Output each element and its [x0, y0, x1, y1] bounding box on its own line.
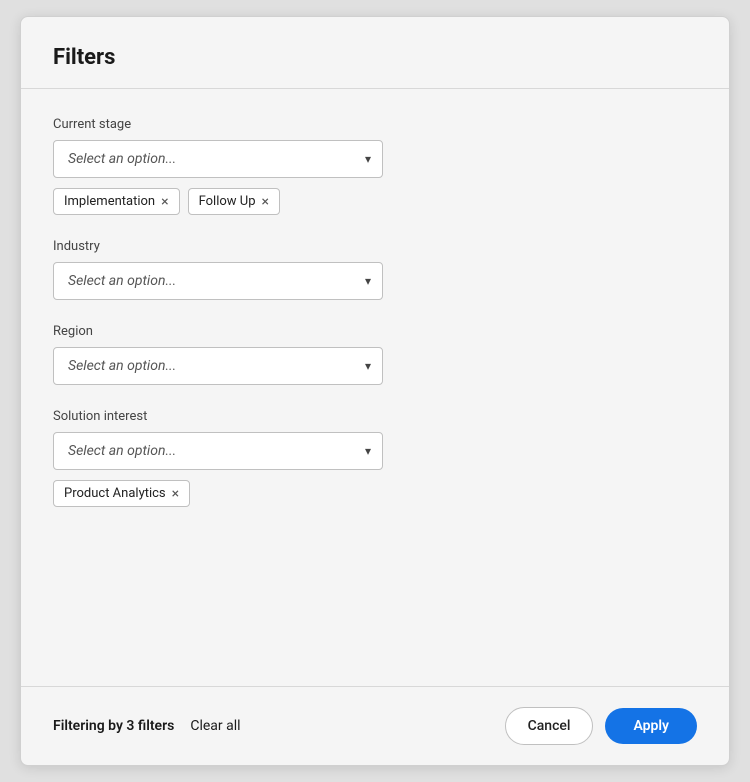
filter-group-current-stage: Current stage Select an option... ▾ Impl… [53, 117, 697, 215]
solution-interest-select-wrapper: Select an option... ▾ [53, 432, 383, 470]
tag-follow-up-label: Follow Up [199, 194, 256, 209]
industry-select[interactable]: Select an option... [53, 262, 383, 300]
modal-footer: Filtering by 3 filters Clear all Cancel … [21, 687, 729, 765]
industry-select-wrapper: Select an option... ▾ [53, 262, 383, 300]
solution-interest-select[interactable]: Select an option... [53, 432, 383, 470]
tag-product-analytics: Product Analytics × [53, 480, 190, 507]
filters-modal: Filters Current stage Select an option..… [20, 16, 730, 766]
tag-product-analytics-remove[interactable]: × [172, 487, 179, 501]
current-stage-label: Current stage [53, 117, 697, 132]
current-stage-select-wrapper: Select an option... ▾ [53, 140, 383, 178]
region-select[interactable]: Select an option... [53, 347, 383, 385]
tag-follow-up: Follow Up × [188, 188, 280, 215]
tag-implementation-remove[interactable]: × [161, 195, 168, 209]
region-label: Region [53, 324, 697, 339]
tag-follow-up-remove[interactable]: × [262, 195, 269, 209]
modal-title: Filters [53, 45, 697, 70]
tag-implementation: Implementation × [53, 188, 180, 215]
filter-group-region: Region Select an option... ▾ [53, 324, 697, 385]
solution-interest-label: Solution interest [53, 409, 697, 424]
tag-implementation-label: Implementation [64, 194, 155, 209]
filter-count-text: Filtering by 3 filters [53, 718, 174, 734]
clear-all-link[interactable]: Clear all [190, 718, 240, 734]
filter-summary: Filtering by 3 filters Clear all [53, 718, 241, 734]
filter-group-industry: Industry Select an option... ▾ [53, 239, 697, 300]
region-select-wrapper: Select an option... ▾ [53, 347, 383, 385]
footer-buttons: Cancel Apply [505, 707, 697, 745]
apply-button[interactable]: Apply [605, 708, 697, 744]
solution-interest-tags: Product Analytics × [53, 480, 697, 507]
modal-header: Filters [21, 17, 729, 89]
current-stage-select[interactable]: Select an option... [53, 140, 383, 178]
modal-body: Current stage Select an option... ▾ Impl… [21, 89, 729, 686]
cancel-button[interactable]: Cancel [505, 707, 594, 745]
filter-group-solution-interest: Solution interest Select an option... ▾ … [53, 409, 697, 507]
current-stage-tags: Implementation × Follow Up × [53, 188, 697, 215]
tag-product-analytics-label: Product Analytics [64, 486, 166, 501]
industry-label: Industry [53, 239, 697, 254]
